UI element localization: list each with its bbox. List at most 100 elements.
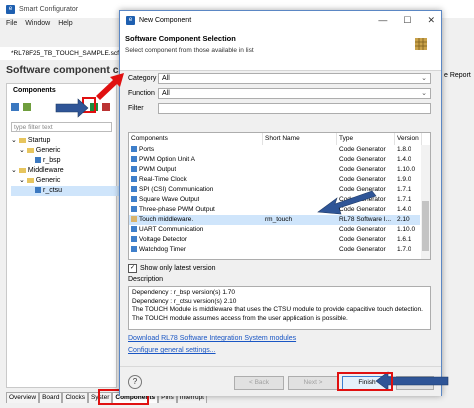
chevron-down-icon: ⌄ (421, 90, 427, 97)
filter-input[interactable] (158, 103, 431, 114)
panel-toolbar (11, 101, 111, 113)
table-cell-version: 2.10 (397, 215, 410, 225)
next-button[interactable]: Next > (288, 376, 338, 390)
code-generator-icon (131, 226, 137, 233)
table-cell-type: Code Generator (339, 175, 386, 185)
table-cell-type: Code Generator (339, 165, 386, 175)
table-cell-text: 1.6.1 (397, 236, 412, 243)
close-icon[interactable]: ✕ (427, 15, 435, 26)
function-select[interactable]: All ⌄ (158, 88, 431, 99)
table-cell-text: 2.10 (397, 216, 410, 223)
table-row[interactable]: UART Communication Code Generator 1.10.0 (129, 225, 420, 235)
table-row[interactable]: Touch middleware. rm_touch RL78 Software I… (129, 215, 420, 225)
table-cell-text: Code Generator (339, 246, 386, 253)
table-cell-type: Code Generator (339, 205, 386, 215)
tree-item-label: Generic (35, 147, 61, 154)
table-cell-type: Code Generator (339, 145, 386, 155)
editor-tab[interactable]: *RL78F25_TB_TOUCH_SAMPLE.scfg (0, 47, 123, 60)
menu-help[interactable]: Help (58, 20, 72, 32)
table-cell-version: 1.7.1 (397, 185, 411, 195)
cancel-button[interactable] (396, 376, 434, 390)
components-table: Components Short Name Type Version Ports… (128, 132, 431, 260)
app-menubar: File Window Help (0, 20, 73, 32)
table-cell-text: 1.10.0 (397, 226, 416, 233)
tree-item-r-bsp[interactable]: r_bsp (11, 156, 125, 166)
column-header-type[interactable]: Type (337, 133, 395, 145)
component-filter-input[interactable]: type filter text (11, 122, 112, 132)
table-row[interactable]: Watchdog Timer Code Generator 1.7.0 (129, 245, 420, 255)
description-line: Dependency : r_ctsu version(s) 2.10 (132, 297, 237, 305)
maximize-icon[interactable]: ☐ (403, 15, 411, 26)
code-generator-icon (131, 246, 137, 253)
table-row[interactable]: PWM Option Unit A Code Generator 1.4.0 (129, 155, 420, 165)
dialog-subheading: Select component from those available in… (125, 47, 254, 54)
back-button[interactable]: < Back (234, 376, 284, 390)
description-box: Dependency : r_bsp version(s) 1.70 Depen… (128, 286, 431, 330)
table-cell-type: Code Generator (339, 235, 386, 245)
scrollbar-thumb[interactable] (422, 201, 429, 251)
menu-window[interactable]: Window (25, 20, 50, 32)
collapse-all-icon[interactable] (11, 103, 19, 111)
dialog-heading: Software Component Selection (125, 34, 236, 43)
table-row[interactable]: Three-phase PWM Output Code Generator 1.4.… (129, 205, 420, 215)
tree-item-startup[interactable]: ⌄ Startup (11, 136, 125, 146)
show-latest-version-checkbox[interactable]: ✓ Show only latest version (128, 264, 215, 273)
category-select[interactable]: All ⌄ (158, 73, 431, 84)
category-value: All (162, 75, 170, 82)
table-cell-version: 1.10.0 (397, 165, 415, 175)
table-cell-text: 1.9.0 (397, 176, 412, 183)
table-row[interactable]: PWM Output Code Generator 1.10.0 (129, 165, 420, 175)
tab-board[interactable]: Board (39, 392, 63, 403)
table-cell-text: 1.7.1 (397, 196, 412, 203)
table-cell-text: UART Communication (139, 226, 204, 233)
chevron-down-icon: ⌄ (421, 75, 427, 82)
filter-label: Filter (128, 105, 144, 112)
table-cell-version: 1.9.0 (397, 175, 411, 185)
filter-components-icon[interactable] (23, 103, 31, 111)
tab-clocks[interactable]: Clocks (62, 392, 88, 403)
tree-item-r-ctsu[interactable]: r_ctsu (11, 186, 125, 196)
tree-item-generic[interactable]: ⌄ Generic (11, 146, 125, 156)
components-panel-title: Components (13, 87, 56, 94)
report-link[interactable]: e Report (444, 72, 471, 79)
minimize-icon[interactable]: — (378, 15, 387, 26)
menu-file[interactable]: File (6, 20, 17, 32)
table-row[interactable]: Square Wave Output Code Generator 1.7.1 (129, 195, 420, 205)
table-scrollbar[interactable] (421, 145, 430, 259)
show-latest-version-label: Show only latest version (140, 265, 216, 272)
dialog-body: Category All ⌄ Function All ⌄ Filter Com… (120, 71, 441, 383)
column-header-version[interactable]: Version (395, 133, 422, 145)
table-cell-text: Real-Time Clock (139, 176, 187, 183)
table-row[interactable]: Voltage Detector Code Generator 1.6.1 (129, 235, 420, 245)
tree-item-middleware[interactable]: ⌄ Middleware (11, 166, 125, 176)
tree-item-label: r_bsp (43, 157, 61, 164)
help-icon[interactable]: ? (128, 375, 142, 389)
table-cell-type: RL78 Software I... (339, 215, 391, 225)
table-cell-text: 1.8.0 (397, 146, 412, 153)
column-header-components[interactable]: Components (129, 133, 263, 145)
highlight-add-component (82, 97, 96, 113)
configure-settings-link[interactable]: Configure general settings... (128, 347, 216, 354)
table-row[interactable]: Real-Time Clock Code Generator 1.9.0 (129, 175, 420, 185)
table-cell-name: Real-Time Clock (131, 175, 187, 185)
table-cell-text: Square Wave Output (139, 196, 200, 203)
table-row[interactable]: Ports Code Generator 1.8.0 (129, 145, 420, 155)
table-cell-type: Code Generator (339, 185, 386, 195)
component-icon (35, 187, 41, 194)
download-modules-link[interactable]: Download RL78 Software Integration Syste… (128, 335, 296, 342)
remove-component-icon[interactable] (102, 103, 110, 111)
table-cell-version: 1.4.0 (397, 155, 411, 165)
table-cell-text: PWM Option Unit A (139, 156, 195, 163)
table-row[interactable]: SPI (CSI) Communication Code Generator 1.7… (129, 185, 420, 195)
table-cell-text: 1.10.0 (397, 166, 416, 173)
table-cell-version: 1.4.0 (397, 205, 411, 215)
tab-overview[interactable]: Overview (6, 392, 40, 403)
tree-item-generic-2[interactable]: ⌄ Generic (11, 176, 125, 186)
table-cell-text: Code Generator (339, 166, 386, 173)
table-cell-name: Voltage Detector (131, 235, 187, 245)
table-cell-text: Code Generator (339, 176, 386, 183)
description-line: The TOUCH Module is middleware that uses… (132, 306, 423, 313)
column-header-short-name[interactable]: Short Name (263, 133, 337, 145)
table-cell-text: Code Generator (339, 186, 386, 193)
folder-icon (26, 177, 34, 183)
